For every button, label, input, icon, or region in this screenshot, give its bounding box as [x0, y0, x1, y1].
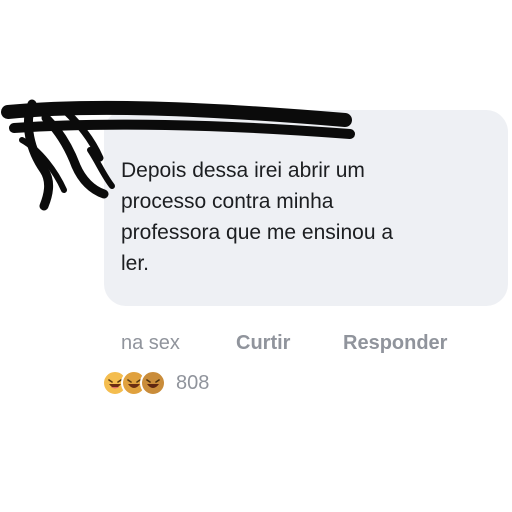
reaction-summary[interactable]: 808 [102, 368, 209, 398]
reply-button[interactable]: Responder [343, 332, 447, 355]
comment-text: Depois dessa irei abrir um processo cont… [121, 159, 394, 275]
comment-timestamp[interactable]: na sex [121, 332, 180, 355]
laughing-emoji-icon [140, 370, 166, 396]
reaction-count[interactable]: 808 [176, 372, 209, 395]
comment-screenshot: Depois dessa irei abrir um processo cont… [0, 0, 512, 512]
like-button[interactable]: Curtir [236, 332, 290, 355]
